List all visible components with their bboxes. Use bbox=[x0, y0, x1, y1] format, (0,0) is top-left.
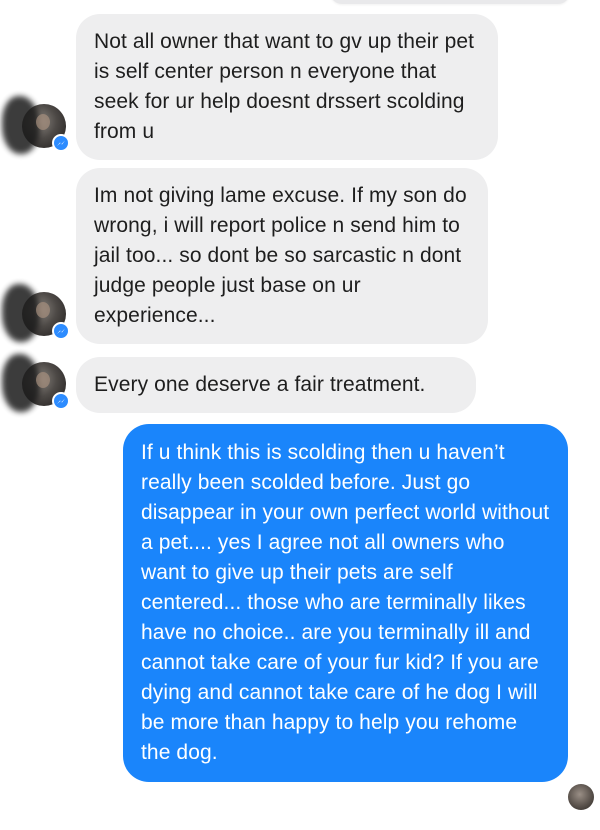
messenger-icon bbox=[52, 322, 70, 340]
avatar-photo-blur bbox=[2, 284, 40, 342]
avatar-photo-blur bbox=[2, 96, 40, 154]
messenger-icon bbox=[52, 392, 70, 410]
message-text: Im not giving lame excuse. If my son do … bbox=[94, 184, 467, 327]
message-text: Not all owner that want to gv up their p… bbox=[94, 30, 475, 143]
contact-avatar[interactable] bbox=[2, 354, 70, 412]
incoming-message-bubble[interactable]: Not all owner that want to gv up their p… bbox=[76, 14, 498, 160]
avatar-photo-face bbox=[36, 114, 50, 130]
message-text: If u think this is scolding then u haven… bbox=[141, 441, 550, 764]
contact-avatar[interactable] bbox=[2, 96, 70, 154]
outgoing-message-bubble[interactable]: If u think this is scolding then u haven… bbox=[123, 424, 568, 782]
incoming-message-bubble[interactable]: Im not giving lame excuse. If my son do … bbox=[76, 168, 488, 344]
self-read-receipt-avatar bbox=[568, 784, 594, 810]
incoming-message-bubble[interactable]: Every one deserve a fair treatment. bbox=[76, 357, 476, 413]
avatar-photo-face bbox=[36, 372, 50, 388]
messenger-icon bbox=[52, 134, 70, 152]
message-text: Every one deserve a fair treatment. bbox=[94, 373, 426, 396]
avatar-photo-blur bbox=[2, 354, 40, 412]
contact-avatar[interactable] bbox=[2, 284, 70, 342]
previous-message-bubble-edge bbox=[330, 0, 570, 4]
avatar-photo-face bbox=[36, 302, 50, 318]
